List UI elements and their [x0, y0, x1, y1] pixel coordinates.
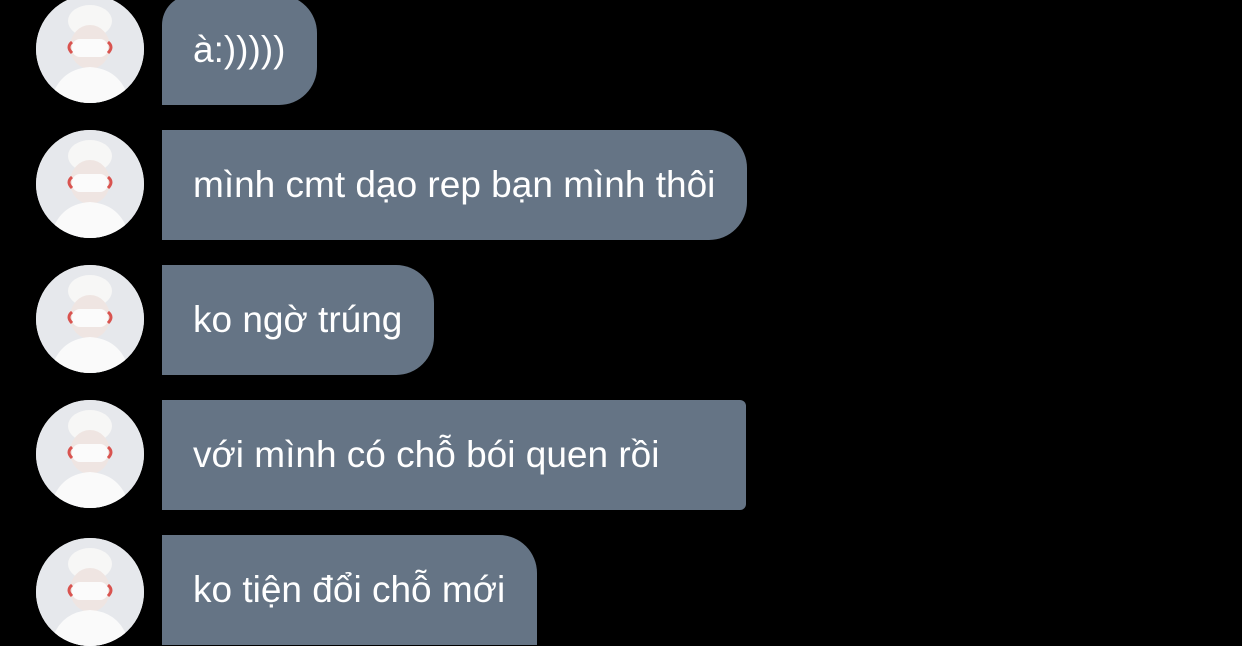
sender-avatar[interactable]	[36, 538, 144, 646]
message-row: ko tiện đổi chỗ mới	[0, 535, 1242, 646]
avatar-icon	[36, 538, 144, 646]
message-row: ko ngờ trúng	[0, 265, 1242, 375]
sender-avatar[interactable]	[36, 265, 144, 373]
message-row: mình cmt dạo rep bạn mình thôi	[0, 130, 1242, 240]
sender-avatar[interactable]	[36, 400, 144, 508]
message-thread: à:))))) mình cmt dạo rep bạn mình thôi k…	[0, 0, 1242, 646]
message-bubble[interactable]: ko tiện đổi chỗ mới	[162, 535, 538, 645]
sender-avatar[interactable]	[36, 130, 144, 238]
avatar-icon	[36, 400, 144, 508]
message-bubble[interactable]: với mình có chỗ bói quen rồi	[162, 400, 746, 510]
avatar-icon	[36, 0, 144, 103]
message-bubble[interactable]: à:)))))	[162, 0, 318, 105]
message-row: à:)))))	[0, 0, 1242, 105]
message-row: với mình có chỗ bói quen rồi	[0, 400, 1242, 510]
avatar-icon	[36, 130, 144, 238]
avatar-icon	[36, 265, 144, 373]
sender-avatar[interactable]	[36, 0, 144, 103]
message-bubble[interactable]: ko ngờ trúng	[162, 265, 435, 375]
message-bubble[interactable]: mình cmt dạo rep bạn mình thôi	[162, 130, 748, 240]
